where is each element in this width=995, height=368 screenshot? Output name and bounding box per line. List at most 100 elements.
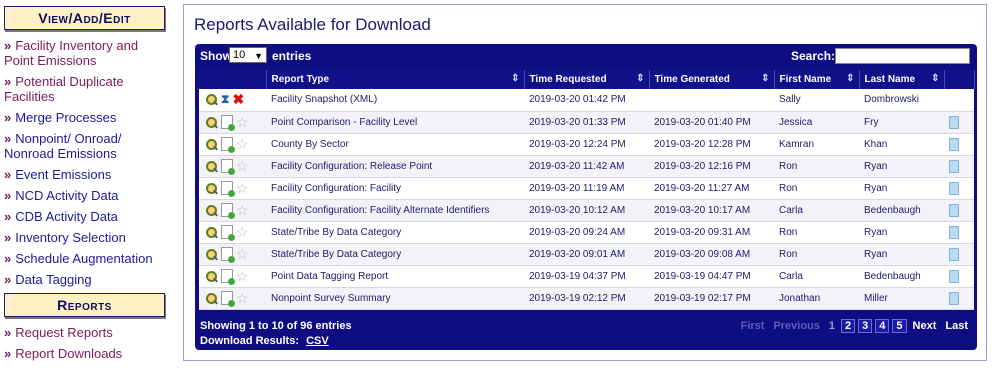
view-add-edit-header: View/Add/Edit [4,6,165,30]
cell-time-generated: 2019-03-20 09:08 AM [649,243,774,266]
cell-time-requested: 2019-03-20 10:12 AM [524,199,649,222]
star-icon[interactable]: ☆ [236,181,249,195]
row-actions: ☆ [199,243,266,266]
download-file-icon[interactable] [221,203,235,219]
pagination-page[interactable]: 2 [841,319,856,333]
col-header-label: Time Requested [529,74,607,85]
cell-delete [944,221,974,244]
trash-icon[interactable] [949,181,959,195]
search-input[interactable] [835,48,970,64]
table-body: ⧗ ✖ Facility Snapshot (XML) 2019-03-20 01:4… [199,89,974,310]
cell-time-generated: 2019-03-20 12:28 PM [649,133,774,156]
sidebar-item[interactable]: » Inventory Selection [4,230,165,245]
trash-icon[interactable] [949,137,959,151]
col-header-first-name[interactable]: First Name ⇕ [774,70,860,89]
col-header-last-name[interactable]: Last Name ⇕ [859,70,945,89]
view-details-icon[interactable] [205,182,218,195]
download-file-icon[interactable] [221,159,235,175]
download-file-icon[interactable] [221,291,235,307]
pagination-previous[interactable]: Previous [770,319,822,333]
col-header-label: Report Type [271,74,330,85]
sidebar-item[interactable]: » CDB Activity Data [4,209,165,224]
download-file-icon[interactable] [221,115,235,131]
view-details-icon[interactable] [205,270,218,283]
star-icon[interactable]: ☆ [236,291,249,305]
trash-icon[interactable] [949,203,959,217]
download-file-icon[interactable] [221,181,235,197]
sidebar-item[interactable]: » Event Emissions [4,167,165,182]
cell-report-type: Facility Snapshot (XML) [266,89,524,112]
cell-delete [944,133,974,156]
view-details-icon[interactable] [205,160,218,173]
star-icon[interactable]: ☆ [236,269,249,283]
trash-icon[interactable] [949,247,959,261]
sidebar-item[interactable]: » Schedule Augmentation [4,251,165,266]
cell-time-generated: 2019-03-19 02:17 PM [649,287,774,310]
view-details-icon[interactable] [205,138,218,151]
col-header-report-type[interactable]: Report Type ⇕ [266,70,525,89]
sidebar-item[interactable]: » Merge Processes [4,110,165,125]
cell-delete [944,177,974,200]
sidebar-item[interactable]: » Data Tagging [4,272,165,287]
download-file-icon[interactable] [221,269,235,285]
pagination-page[interactable]: 5 [892,319,907,333]
view-details-icon[interactable] [205,292,218,305]
sidebar-report-item[interactable]: » Request Reports [4,325,165,340]
pagination-last[interactable]: Last [942,319,971,333]
download-csv-link[interactable]: CSV [306,335,329,347]
cell-time-requested: 2019-03-20 01:33 PM [524,111,649,134]
cell-report-type: State/Tribe By Data Category [266,221,524,244]
star-icon[interactable]: ☆ [236,247,249,261]
trash-icon[interactable] [949,225,959,239]
download-file-icon[interactable] [221,247,235,263]
col-header-time-generated[interactable]: Time Generated ⇕ [649,70,775,89]
star-icon[interactable]: ☆ [236,137,249,151]
pagination-page[interactable]: 1 [826,319,838,333]
sidebar-report-item[interactable]: » Report Downloads [4,346,165,361]
entries-per-page-select[interactable]: 10 ▼ [229,47,267,63]
cell-time-requested: 2019-03-19 02:12 PM [524,287,649,310]
view-details-icon[interactable] [205,93,218,106]
row-actions: ☆ [199,199,266,222]
cancel-icon[interactable]: ✖ [232,91,244,108]
sidebar-item[interactable]: » Potential Duplicate Facilities [4,74,165,104]
pagination-page[interactable]: 4 [875,319,890,333]
table-header-row: Report Type ⇕ Time Requested ⇕ Time Genera… [199,70,975,89]
trash-icon[interactable] [949,269,959,283]
download-file-icon[interactable] [221,225,235,241]
arrow-icon: » [4,230,12,245]
view-details-icon[interactable] [205,248,218,261]
row-actions: ☆ [199,155,266,178]
sidebar-nav-list: » Facility Inventory and Point Emissions »… [4,38,165,287]
cell-time-generated: 2019-03-19 04:47 PM [649,265,774,288]
table-row: ☆ Facility Configuration: Facility 2019-03… [199,177,974,200]
cell-time-generated: 2019-03-20 11:27 AM [649,177,774,200]
sidebar-item[interactable]: » Nonpoint/ Onroad/ Nonroad Emissions [4,131,165,161]
trash-icon[interactable] [949,159,959,173]
cell-delete [944,265,974,288]
view-details-icon[interactable] [205,204,218,217]
view-details-icon[interactable] [205,116,218,129]
cell-first-name: Ron [774,155,859,178]
download-results: Download Results: CSV [200,335,329,347]
sidebar-item[interactable]: » NCD Activity Data [4,188,165,203]
col-header-label: Last Name [864,74,916,85]
star-icon[interactable]: ☆ [236,203,249,217]
sidebar-item[interactable]: » Facility Inventory and Point Emissions [4,38,165,68]
col-header-time-requested[interactable]: Time Requested ⇕ [524,70,650,89]
download-file-icon[interactable] [221,137,235,153]
pagination-next[interactable]: Next [910,319,940,333]
view-details-icon[interactable] [205,226,218,239]
trash-icon[interactable] [949,115,959,129]
cell-delete [944,111,974,134]
cell-report-type: Point Comparison - Facility Level [266,111,524,134]
cell-last-name: Bedenbaugh [859,199,944,222]
star-icon[interactable]: ☆ [236,115,249,129]
pagination-first[interactable]: First [738,319,768,333]
cell-time-generated: 2019-03-20 10:17 AM [649,199,774,222]
pagination-page[interactable]: 3 [858,319,873,333]
sort-icon: ⇕ [931,73,940,84]
trash-icon[interactable] [949,291,959,305]
star-icon[interactable]: ☆ [236,225,249,239]
star-icon[interactable]: ☆ [236,159,249,173]
